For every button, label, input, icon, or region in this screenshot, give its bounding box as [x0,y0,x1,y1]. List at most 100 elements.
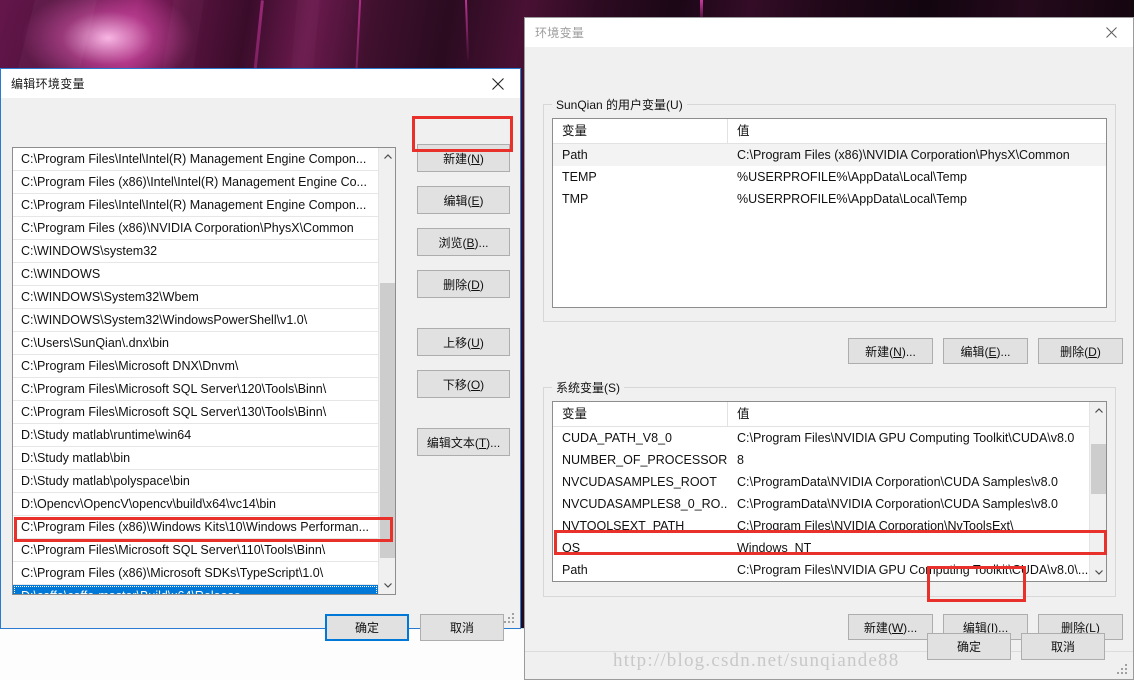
resize-grip[interactable] [1117,664,1129,676]
user-variables-legend: SunQian 的用户变量(U) [552,96,687,113]
scroll-down-icon[interactable] [1090,564,1106,581]
path-entry-row[interactable]: D:\Study matlab\polyspace\bin [13,470,378,493]
env-ok-button[interactable]: 确定 [927,633,1011,660]
column-header-variable[interactable]: 变量 [553,402,728,426]
scroll-down-icon[interactable] [379,577,395,594]
path-move-up-button-label: 上移(U) [443,335,484,350]
cell-value: C:\ProgramData\NVIDIA Corporation\CUDA S… [737,497,1058,511]
edit-environment-variable-dialog: 编辑环境变量 C:\Program Files\Intel\Intel(R) M… [0,68,521,641]
button-group-gap [417,412,510,428]
path-entry-row[interactable]: C:\Program Files (x86)\Windows Kits\10\W… [13,516,378,539]
scroll-thumb[interactable] [1091,444,1106,494]
path-entry-row[interactable]: C:\Program Files (x86)\Microsoft SDKs\Ty… [13,562,378,585]
path-entry-row[interactable]: C:\Program Files\Intel\Intel(R) Manageme… [13,194,378,217]
environment-variables-dialog: 环境变量 SunQian 的用户变量(U) 变量 值 Path C:\Progra… [524,17,1134,680]
path-entry-row[interactable]: C:\Program Files\Microsoft SQL Server\12… [13,378,378,401]
path-delete-button[interactable]: 删除(D) [417,270,510,298]
resize-grip[interactable] [504,613,516,625]
path-entry-row[interactable]: C:\Users\SunQian\.dnx\bin [13,332,378,355]
path-edit-text-button[interactable]: 编辑文本(T)... [417,428,510,456]
user-delete-button[interactable]: 删除(D) [1038,338,1123,364]
edit-dialog-title: 编辑环境变量 [11,77,85,91]
table-row[interactable]: OS Windows_NT [553,537,1106,559]
column-header-variable[interactable]: 变量 [553,119,728,143]
table-row[interactable]: Path C:\Program Files (x86)\NVIDIA Corpor… [553,144,1106,166]
path-entry-row[interactable]: C:\Program Files (x86)\NVIDIA Corporatio… [13,217,378,240]
edit-dialog-body: C:\Program Files\Intel\Intel(R) Manageme… [1,98,520,641]
path-move-up-button[interactable]: 上移(U) [417,328,510,356]
path-side-buttons: 新建(N) 编辑(E) 浏览(B)... 删除(D) 上移(U) 下移(O) 编… [417,144,510,470]
cell-value: 8 [737,453,744,467]
path-entries-rows: C:\Program Files\Intel\Intel(R) Manageme… [13,148,378,594]
edit-ok-button[interactable]: 确定 [325,614,409,641]
path-browse-button-label: 浏览(B)... [438,235,489,250]
system-variables-table[interactable]: 变量 值 CUDA_PATH_V8_0 C:\Program Files\NVID… [552,401,1107,582]
column-header-value[interactable]: 值 [728,119,1106,143]
env-dialog-title: 环境变量 [535,26,585,40]
table-row[interactable]: TEMP %USERPROFILE%\AppData\Local\Temp [553,166,1106,188]
path-entry-row[interactable]: D:\Study matlab\runtime\win64 [13,424,378,447]
path-entries-listbox[interactable]: C:\Program Files\Intel\Intel(R) Manageme… [12,147,396,595]
path-entry-row[interactable]: C:\Program Files (x86)\Intel\Intel(R) Ma… [13,171,378,194]
cell-value: %USERPROFILE%\AppData\Local\Temp [737,170,967,184]
path-edit-button[interactable]: 编辑(E) [417,186,510,214]
cell-variable: NUMBER_OF_PROCESSORS [562,453,728,467]
env-ok-label: 确定 [956,640,981,654]
table-row[interactable]: Path C:\Program Files\NVIDIA GPU Computin… [553,559,1106,581]
scroll-thumb[interactable] [380,283,395,558]
env-cancel-button[interactable]: 取消 [1021,633,1105,660]
path-entry-row[interactable]: C:\WINDOWS\System32\Wbem [13,286,378,309]
cell-variable: TEMP [562,170,597,184]
user-variables-group: SunQian 的用户变量(U) 变量 值 Path C:\Program Fil… [543,96,1116,322]
path-entry-row[interactable]: C:\Program Files\Microsoft SQL Server\13… [13,401,378,424]
path-list-scrollbar[interactable] [378,148,395,594]
path-new-button[interactable]: 新建(N) [417,144,510,172]
user-variable-actions: 新建(N)... 编辑(E)... 删除(D) [838,338,1123,364]
close-icon[interactable] [476,69,520,98]
path-entry-row[interactable]: D:\Opencv\OpencV\opencv\build\x64\vc14\b… [13,493,378,516]
cell-value: Windows_NT [737,541,812,555]
system-variables-rows: CUDA_PATH_V8_0 C:\Program Files\NVIDIA GP… [553,427,1106,581]
table-row[interactable]: NUMBER_OF_PROCESSORS 8 [553,449,1106,471]
system-variables-group: 系统变量(S) 变量 值 CUDA_PATH_V8_0 C:\Program Fi… [543,379,1116,597]
table-row[interactable]: NVCUDASAMPLES_ROOT C:\ProgramData\NVIDIA … [553,471,1106,493]
scroll-up-icon[interactable] [1090,402,1106,419]
env-dialog-titlebar: 环境变量 [525,18,1133,47]
column-header-value[interactable]: 值 [728,402,1090,426]
path-entry-row[interactable]: C:\WINDOWS [13,263,378,286]
table-row[interactable]: TMP %USERPROFILE%\AppData\Local\Temp [553,188,1106,210]
system-table-scrollbar[interactable] [1089,402,1106,581]
user-new-button[interactable]: 新建(N)... [848,338,933,364]
path-move-down-button[interactable]: 下移(O) [417,370,510,398]
user-variables-table[interactable]: 变量 值 Path C:\Program Files (x86)\NVIDIA C… [552,118,1107,308]
table-row[interactable]: NVTOOLSEXT_PATH C:\Program Files\NVIDIA C… [553,515,1106,537]
path-delete-button-label: 删除(D) [443,277,484,292]
user-variables-rows: Path C:\Program Files (x86)\NVIDIA Corpor… [553,144,1106,210]
table-row[interactable]: NVCUDASAMPLES8_0_RO... C:\ProgramData\NVI… [553,493,1106,515]
path-entry-row[interactable]: D:\caffe\caffe-master\Build\x64\Release [13,585,378,594]
system-new-button[interactable]: 新建(W)... [848,614,933,640]
edit-cancel-button[interactable]: 取消 [420,614,504,641]
cell-variable: OS [562,541,581,555]
system-new-button-label: 新建(W)... [863,620,918,635]
path-entry-row[interactable]: C:\WINDOWS\system32 [13,240,378,263]
cell-variable: TMP [562,192,589,206]
path-move-down-button-label: 下移(O) [442,377,485,392]
path-entry-row[interactable]: C:\Program Files\Microsoft SQL Server\11… [13,539,378,562]
cell-variable: NVCUDASAMPLES_ROOT [562,475,717,489]
cell-variable: Path [562,148,588,162]
table-row[interactable]: CUDA_PATH_V8_0 C:\Program Files\NVIDIA GP… [553,427,1106,449]
cell-variable: NVTOOLSEXT_PATH [562,519,685,533]
edit-ok-label: 确定 [354,621,379,635]
user-new-button-label: 新建(N)... [865,344,916,359]
user-edit-button-label: 编辑(E)... [960,344,1011,359]
path-entry-row[interactable]: D:\Study matlab\bin [13,447,378,470]
cell-variable: Path [562,563,588,577]
user-edit-button[interactable]: 编辑(E)... [943,338,1028,364]
path-entry-row[interactable]: C:\WINDOWS\System32\WindowsPowerShell\v1… [13,309,378,332]
scroll-up-icon[interactable] [379,148,395,165]
path-entry-row[interactable]: C:\Program Files\Microsoft DNX\Dnvm\ [13,355,378,378]
path-entry-row[interactable]: C:\Program Files\Intel\Intel(R) Manageme… [13,148,378,171]
path-browse-button[interactable]: 浏览(B)... [417,228,510,256]
close-icon[interactable] [1089,18,1133,47]
